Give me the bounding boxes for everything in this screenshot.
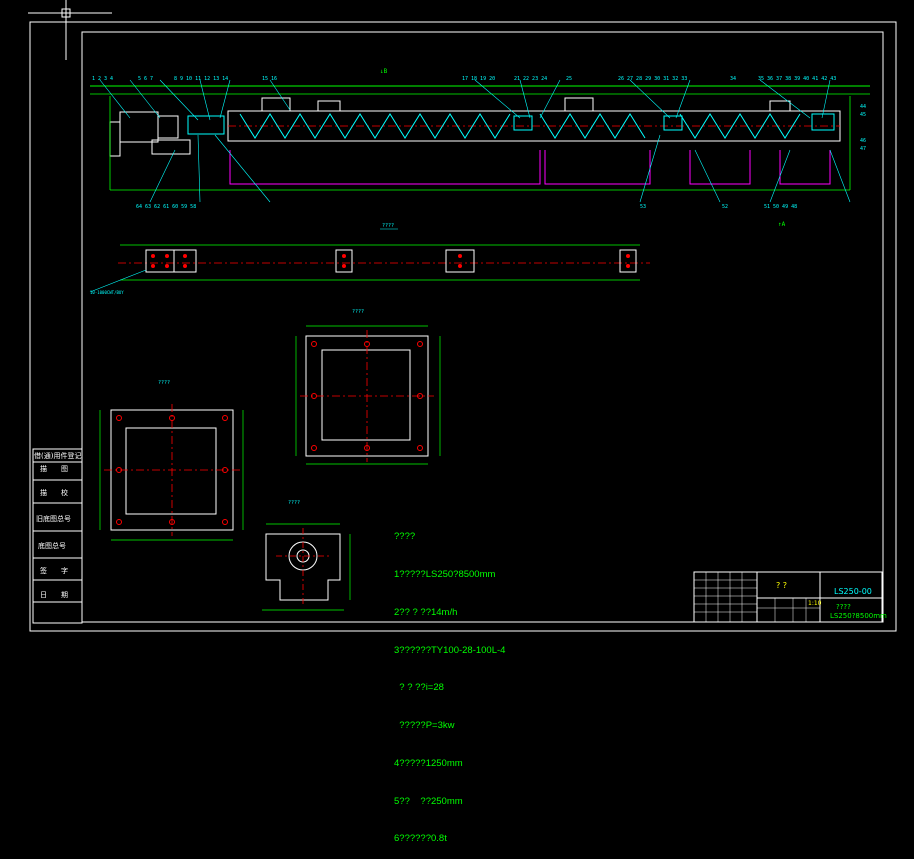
svg-text:????: ???? bbox=[382, 223, 394, 229]
svg-text:26 27 28 29 30 31 32 33: 26 27 28 29 30 31 32 33 bbox=[618, 76, 687, 82]
svg-text:21 22 23 24: 21 22 23 24 bbox=[514, 76, 547, 82]
note-line: 5?? ??250mm bbox=[394, 795, 463, 807]
drawing-subtitle-2: LS250?8500mm bbox=[830, 612, 887, 620]
svg-text:47: 47 bbox=[860, 146, 866, 152]
flange-view-b: ???? bbox=[295, 309, 441, 465]
stamp-row-5: 底图总号 bbox=[38, 542, 66, 550]
svg-text:15 16: 15 16 bbox=[262, 76, 277, 82]
svg-text:46: 46 bbox=[860, 138, 866, 144]
note-line: ?????P=3kw bbox=[394, 720, 455, 732]
stamp-row-6: 签 字 bbox=[40, 567, 68, 575]
stamp-row-3: 描 校 bbox=[40, 489, 68, 497]
svg-text:25: 25 bbox=[566, 76, 572, 82]
svg-text:64 63 62 61 60 59 58: 64 63 62 61 60 59 58 bbox=[136, 204, 196, 210]
note-line: 2?? ? ??14m/h bbox=[394, 606, 458, 618]
stamp-row-7: 日 期 bbox=[40, 591, 68, 599]
title-name: ? ? bbox=[776, 581, 788, 590]
svg-text:34: 34 bbox=[730, 76, 736, 82]
svg-text:35 36 37 38 39 40 41 42 43: 35 36 37 38 39 40 41 42 43 bbox=[758, 76, 836, 82]
svg-text:8 9 10 11 12 13 14: 8 9 10 11 12 13 14 bbox=[174, 76, 228, 82]
svg-text:44: 44 bbox=[860, 104, 866, 110]
drawing-code: LS250-00 bbox=[834, 587, 872, 596]
scale-value: 1:10 bbox=[808, 600, 822, 607]
plan-view: ???? 10-1000CWT/BUY bbox=[89, 223, 650, 295]
svg-text:5 6 7: 5 6 7 bbox=[138, 76, 153, 82]
a-mark: ↑A bbox=[778, 221, 786, 228]
ucs-crosshair bbox=[28, 0, 112, 60]
conveyor-elevation: 1 2 3 4 5 6 7 8 9 10 11 12 13 14 15 16 1… bbox=[90, 68, 870, 228]
flange-view-a: ???? bbox=[99, 380, 244, 541]
svg-text:1 2 3 4: 1 2 3 4 bbox=[92, 76, 113, 82]
stamp-row-2: 描 图 bbox=[40, 465, 68, 473]
svg-text:45: 45 bbox=[860, 112, 866, 118]
technical-notes: ???? 1?????LS250?8500mm 2?? ? ??14m/h 3?… bbox=[394, 506, 505, 859]
note-line: 6??????0.8t bbox=[394, 833, 447, 845]
stamp-row-4: 旧底图总号 bbox=[36, 515, 71, 523]
svg-text:????: ???? bbox=[288, 500, 300, 506]
end-section-view: ???? bbox=[262, 500, 351, 611]
svg-text:53: 53 bbox=[640, 204, 646, 210]
note-line: 4?????1250mm bbox=[394, 757, 463, 769]
note-line: ? ? ??i=28 bbox=[394, 682, 444, 694]
note-line: ???? bbox=[394, 531, 416, 543]
stamp-row-1: 借(通)用件登记 bbox=[34, 452, 82, 460]
drawing-subtitle-1: ???? bbox=[836, 603, 851, 611]
svg-text:10-1000CWT/BUY: 10-1000CWT/BUY bbox=[90, 290, 124, 295]
svg-text:51 50 49 48: 51 50 49 48 bbox=[764, 204, 797, 210]
note-line: 3??????TY100-28-100L-4 bbox=[394, 644, 506, 656]
b-mark: ↓B bbox=[380, 68, 388, 75]
svg-text:52: 52 bbox=[722, 204, 728, 210]
note-line: 1?????LS250?8500mm bbox=[394, 568, 496, 580]
svg-text:????: ???? bbox=[158, 380, 170, 386]
svg-text:17 18 19 20: 17 18 19 20 bbox=[462, 76, 495, 82]
svg-text:????: ???? bbox=[352, 309, 364, 315]
